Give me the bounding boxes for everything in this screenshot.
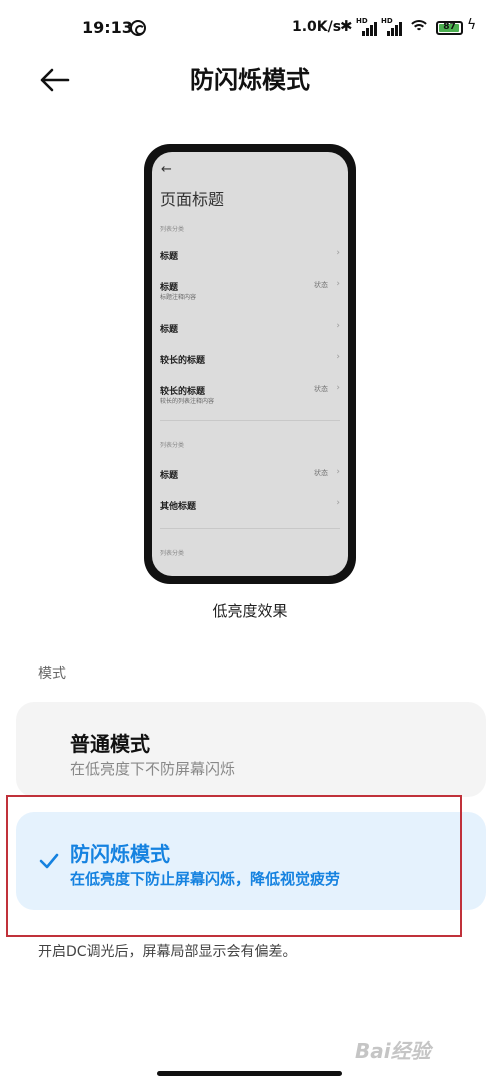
mode-option-title: 普通模式: [70, 732, 150, 756]
preview-list-item: 标题 标题注释内容 状态 ›: [160, 279, 340, 306]
preview-section-label: 列表分类: [160, 550, 185, 557]
preview-item-status: 状态: [314, 281, 328, 289]
preview-item-subtitle: 标题注释内容: [160, 294, 197, 301]
chevron-right-icon: ›: [336, 279, 340, 289]
preview-list-item: 其他标题 ›: [160, 498, 340, 525]
preview-item-status: 状态: [314, 385, 328, 393]
preview-list-item: 较长的标题 ›: [160, 352, 340, 379]
chevron-right-icon: ›: [336, 352, 340, 362]
preview-section-label: 列表分类: [160, 226, 185, 233]
home-indicator[interactable]: [157, 1071, 342, 1076]
app-notification-icon: [130, 20, 146, 36]
preview-list-item: 标题 状态 ›: [160, 467, 340, 494]
preview-item-title: 标题: [160, 325, 179, 335]
footnote-text: 开启DC调光后，屏幕局部显示会有偏差。: [38, 944, 297, 960]
wifi-icon: [408, 18, 430, 36]
preview-item-title: 较长的标题: [160, 356, 206, 366]
preview-item-title: 标题: [160, 471, 179, 481]
signal-hd-label: HD: [356, 17, 368, 25]
preview-list-item: 标题 ›: [160, 321, 340, 348]
chevron-right-icon: ›: [336, 467, 340, 477]
mode-option-description: 在低亮度下不防屏幕闪烁: [70, 760, 236, 778]
chevron-right-icon: ›: [336, 498, 340, 508]
annotation-highlight-box: [6, 795, 462, 937]
battery-icon: 87: [436, 21, 463, 35]
preview-item-title: 标题: [160, 252, 179, 262]
preview-caption: 低亮度效果: [212, 602, 288, 620]
bluetooth-icon: ✱: [340, 17, 353, 35]
mode-section-label: 模式: [38, 666, 66, 682]
preview-page-title: 页面标题: [160, 190, 225, 209]
page-title: 防闪烁模式: [190, 66, 310, 94]
status-time: 19:13: [82, 18, 133, 37]
charging-icon: ϟ: [467, 17, 477, 33]
preview-divider: [160, 528, 340, 529]
preview-item-subtitle: 较长的列表注释内容: [160, 398, 215, 405]
signal-icon: HD: [381, 17, 402, 36]
mode-option-normal[interactable]: 普通模式 在低亮度下不防屏幕闪烁: [16, 702, 486, 797]
chevron-right-icon: ›: [336, 383, 340, 393]
watermark-logo: Bai经验: [355, 1039, 431, 1063]
chevron-right-icon: ›: [336, 248, 340, 258]
network-speed: 1.0K/s: [292, 19, 342, 35]
preview-section-label: 列表分类: [160, 442, 185, 449]
preview-divider: [160, 420, 340, 421]
chevron-right-icon: ›: [336, 321, 340, 331]
preview-back-icon: ←: [161, 162, 172, 177]
preview-list-item: 标题 ›: [160, 248, 340, 275]
preview-list-item: 较长的标题 较长的列表注释内容 状态 ›: [160, 383, 340, 410]
preview-item-title: 其他标题: [160, 502, 197, 512]
battery-level: 87: [443, 22, 456, 32]
status-bar: 19:13 1.0K/s ✱ HD HD 87 ϟ: [0, 0, 500, 58]
preview-item-status: 状态: [314, 469, 328, 477]
signal-hd-label: HD: [381, 17, 393, 25]
preview-screen: ← 页面标题 列表分类 标题 › 标题 标题注释内容 状态 › 标题 › 较长的…: [152, 152, 348, 576]
preview-phone-frame: ← 页面标题 列表分类 标题 › 标题 标题注释内容 状态 › 标题 › 较长的…: [144, 144, 356, 584]
signal-icon: HD: [356, 17, 377, 36]
